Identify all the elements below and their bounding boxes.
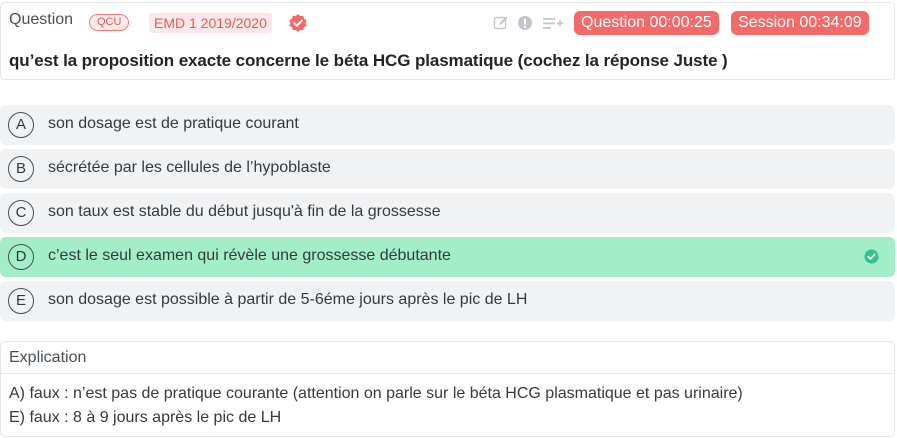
explanation-header: Explication xyxy=(1,342,894,374)
option-c[interactable]: C son taux est stable du début jusqu'à f… xyxy=(0,193,895,233)
question-timer: Question 00:00:25 xyxy=(574,11,719,35)
option-letter: A xyxy=(8,112,34,138)
question-label: Question xyxy=(9,11,74,28)
option-e[interactable]: E son dosage est possible à partir de 5-… xyxy=(0,281,895,321)
option-text: son dosage est possible à partir de 5-6é… xyxy=(48,291,528,308)
explanation-line: E) faux : 8 à 9 jours après le pic de LH xyxy=(9,409,282,426)
correct-check-icon xyxy=(864,249,879,264)
question-card: Question QCU EMD 1 2019/2020 Question 00… xyxy=(0,2,895,80)
question-text: qu’est la proposition exacte concerne le… xyxy=(9,51,728,70)
option-d[interactable]: D c’est le seul examen qui révèle une gr… xyxy=(0,237,895,277)
question-type-badge: QCU xyxy=(89,14,130,31)
option-letter: C xyxy=(8,200,34,226)
option-text: son dosage est de pratique courant xyxy=(48,115,299,132)
option-text: son taux est stable du début jusqu'à fin… xyxy=(48,203,441,220)
option-letter: E xyxy=(8,288,34,314)
question-header: Question QCU EMD 1 2019/2020 Question 00… xyxy=(1,3,894,39)
verified-badge-icon xyxy=(289,14,307,32)
option-a[interactable]: A son dosage est de pratique courant xyxy=(0,105,895,145)
source-badge: EMD 1 2019/2020 xyxy=(149,13,272,33)
explanation-title: Explication xyxy=(9,349,87,366)
edit-icon[interactable] xyxy=(493,15,509,31)
option-letter: B xyxy=(8,156,34,182)
info-icon[interactable] xyxy=(517,15,533,31)
playlist-add-icon[interactable] xyxy=(542,15,564,31)
option-b[interactable]: B sécrétée par les cellules de l’hypobla… xyxy=(0,149,895,189)
option-letter: D xyxy=(8,244,34,270)
option-text: sécrétée par les cellules de l’hypoblast… xyxy=(48,159,331,176)
option-text: c’est le seul examen qui révèle une gros… xyxy=(48,247,451,264)
explanation-card: Explication A) faux : n’est pas de prati… xyxy=(0,341,895,437)
session-timer: Session 00:34:09 xyxy=(731,11,869,35)
explanation-line: A) faux : n’est pas de pratique courante… xyxy=(9,385,743,402)
